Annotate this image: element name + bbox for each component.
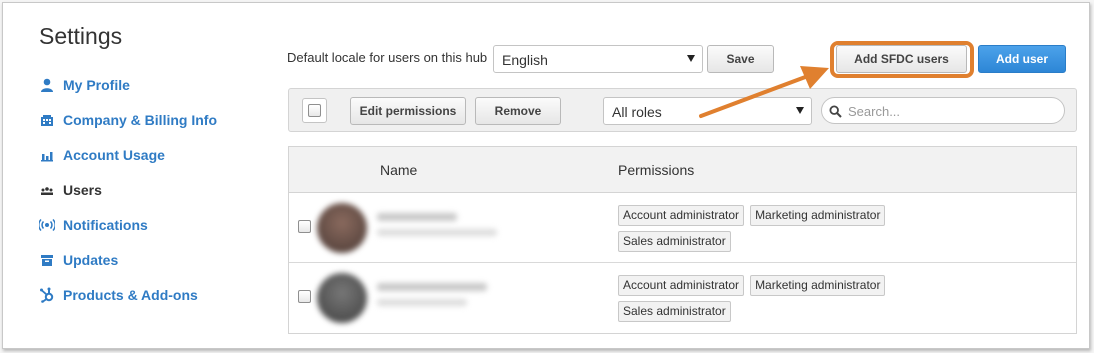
column-header-permissions: Permissions [618,162,695,178]
row-checkbox[interactable] [298,220,311,233]
save-button[interactable]: Save [707,45,774,73]
search-icon [829,105,842,123]
permission-tag: Account administrator [618,275,745,296]
sidebar-item-users[interactable]: Users [39,172,259,207]
permission-tag: Marketing administrator [750,275,886,296]
permission-tag: Sales administrator [618,231,731,252]
sidebar-item-label: Updates [63,251,119,268]
permission-tags: Account administrator Marketing administr… [618,205,918,257]
locale-label: Default locale for users on this hub [287,50,488,65]
chevron-down-icon [687,55,695,62]
sidebar-item-products-addons[interactable]: Products & Add-ons [39,277,259,312]
edit-permissions-button[interactable]: Edit permissions [350,97,466,125]
sidebar-item-label: Products & Add-ons [63,286,198,303]
sidebar-nav: My Profile Company & Billing Info Accoun… [39,67,259,312]
add-sfdc-users-button[interactable]: Add SFDC users [836,45,967,73]
sidebar-item-account-usage[interactable]: Account Usage [39,137,259,172]
user-info-blurred [377,213,497,236]
permission-tags: Account administrator Marketing administr… [618,275,918,327]
column-header-name[interactable]: Name [380,162,417,178]
sidebar-item-my-profile[interactable]: My Profile [39,67,259,102]
avatar [317,203,367,253]
sidebar-item-label: Account Usage [63,146,165,163]
permission-tag: Account administrator [618,205,745,226]
archive-icon [39,252,55,268]
table-row: Account administrator Marketing administr… [289,193,1076,263]
building-icon [39,112,55,128]
hubspot-sprocket-icon [39,287,55,303]
bar-chart-icon [39,147,55,163]
sidebar-item-label: Users [63,181,102,198]
select-all-checkbox[interactable] [308,104,321,117]
user-icon [39,77,55,93]
user-info-blurred [377,283,487,306]
sidebar-item-notifications[interactable]: Notifications [39,207,259,242]
page-title: Settings [39,23,123,49]
locale-select-value: English [502,52,548,68]
settings-window: Settings My Profile Company & Billing In… [2,2,1090,349]
roles-select-value: All roles [612,104,662,120]
chevron-down-icon [796,107,804,114]
search-input[interactable] [848,102,1048,120]
roles-filter-select[interactable]: All roles [603,97,812,125]
broadcast-icon [39,217,55,233]
avatar [317,273,367,323]
table-row: Account administrator Marketing administr… [289,263,1076,333]
search-box [821,97,1065,124]
users-table: Name Permissions Account administrator Ma… [288,146,1077,334]
sidebar-item-updates[interactable]: Updates [39,242,259,277]
sidebar-item-company-billing[interactable]: Company & Billing Info [39,102,259,137]
permission-tag: Sales administrator [618,301,731,322]
add-user-button[interactable]: Add user [978,45,1066,73]
sidebar-item-label: My Profile [63,76,130,93]
permission-tag: Marketing administrator [750,205,886,226]
locale-select[interactable]: English [493,45,703,73]
sidebar-item-label: Company & Billing Info [63,111,217,128]
row-checkbox[interactable] [298,290,311,303]
sidebar-item-label: Notifications [63,216,148,233]
table-header: Name Permissions [289,147,1076,193]
select-all-wrapper [302,98,327,123]
users-icon [39,182,55,198]
users-toolbar: Edit permissions Remove All roles [288,88,1077,132]
remove-button[interactable]: Remove [475,97,561,125]
